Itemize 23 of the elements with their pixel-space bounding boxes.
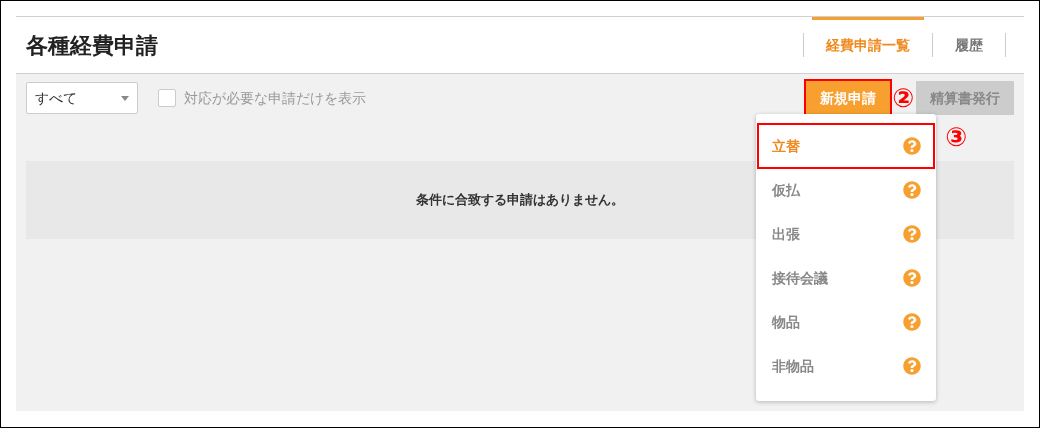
help-icon[interactable] <box>903 313 921 331</box>
menu-item[interactable]: 非物品 <box>759 345 933 387</box>
tab[interactable]: 履歴 <box>941 17 997 73</box>
step-number: ② <box>892 85 914 111</box>
new-request-button[interactable]: 新規申請 <box>806 81 890 115</box>
menu-item[interactable]: 仮払 <box>759 169 933 211</box>
step-number: ③ <box>945 124 967 150</box>
filter-dropdown[interactable]: すべて <box>26 82 138 114</box>
caret-icon <box>121 95 129 101</box>
checkbox-label: 対応が必要な申請だけを表示 <box>184 88 366 108</box>
menu-item[interactable]: 接待会議 <box>759 257 933 299</box>
menu-item[interactable]: 立替 <box>759 125 933 167</box>
help-icon[interactable] <box>903 181 921 199</box>
menu-item[interactable]: 物品 <box>759 301 933 343</box>
help-icon[interactable] <box>903 357 921 375</box>
help-icon[interactable] <box>903 137 921 155</box>
help-icon[interactable] <box>903 269 921 287</box>
page-title: 各種経費申請 <box>26 31 158 60</box>
empty-message: 条件に合致する申請はありません。 <box>416 191 624 210</box>
help-icon[interactable] <box>903 225 921 243</box>
menu-item[interactable]: 出張 <box>759 213 933 255</box>
issue-statement-button[interactable]: 精算書発行 <box>916 81 1014 115</box>
checkbox[interactable] <box>158 89 176 107</box>
